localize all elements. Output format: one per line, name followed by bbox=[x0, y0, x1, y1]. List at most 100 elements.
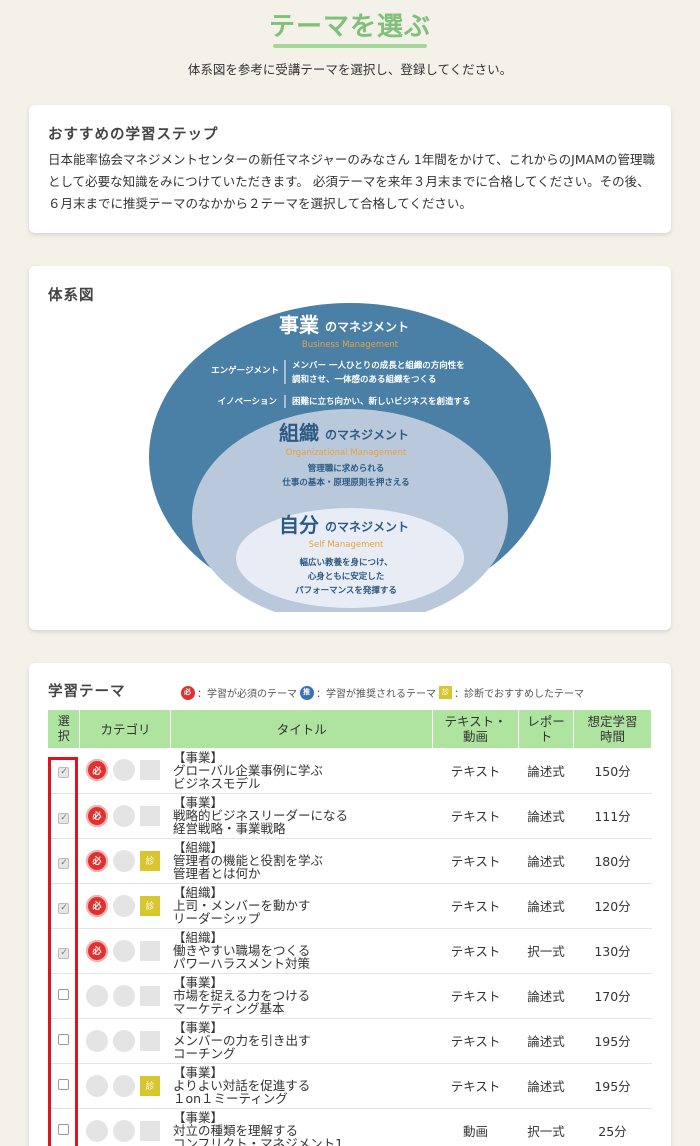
outer-title-big: 事業 bbox=[279, 313, 320, 337]
middle-line1: 管理職に求められる bbox=[308, 463, 385, 474]
middle-title-big: 組織 bbox=[279, 421, 319, 445]
theme-title-line2: １on１ミーティング bbox=[172, 1091, 288, 1106]
category-cell: 診 bbox=[79, 1063, 171, 1109]
title-cell: 【事業】 戦略的ビジネスリーダーになる 経営戦略・事業戦略 bbox=[170, 793, 433, 839]
recommended-badge-icon bbox=[112, 1074, 135, 1097]
recommended-badge-icon bbox=[112, 984, 135, 1007]
outer-title-small: のマネジメント bbox=[325, 320, 409, 334]
inner-line2: 心身ともに安定した bbox=[308, 571, 385, 582]
required-badge-icon bbox=[85, 984, 108, 1007]
diagnosis-badge-icon bbox=[139, 1030, 160, 1051]
diagnosis-badge-icon bbox=[139, 940, 160, 961]
report-cell: 論述式 bbox=[518, 1018, 574, 1064]
table-row[interactable]: 【事業】 対立の種類を理解する コンフリクト・マネジメント1 動画 択一式 25分 bbox=[48, 1108, 652, 1146]
outer-row1-text1: メンバー 一人ひとりの成長と組織の方向性を bbox=[292, 360, 465, 371]
middle-line2: 仕事の基本・原理原則を押さえる bbox=[281, 477, 409, 488]
time-cell: 120分 bbox=[573, 883, 652, 929]
table-row[interactable]: ✓ 必診【組織】 管理者の機能と役割を学ぶ 管理者とは何か テキスト 論述式 180分 bbox=[48, 838, 652, 884]
required-badge-icon bbox=[85, 1029, 108, 1052]
theme-category: 【事業】 bbox=[172, 749, 223, 765]
required-legend-icon: 必 bbox=[181, 685, 195, 700]
inner-title-big: 自分 bbox=[279, 513, 319, 537]
middle-english: Organizational Management bbox=[286, 448, 407, 458]
report-cell: 択一式 bbox=[518, 1108, 574, 1146]
outer-english: Business Management bbox=[302, 340, 399, 350]
inner-line3: パフォーマンスを発揮する bbox=[295, 585, 397, 596]
time-cell: 150分 bbox=[573, 748, 652, 794]
page-subtitle: 体系図を参考に受講テーマを選択し、登録してください。 bbox=[187, 62, 513, 77]
theme-title-line2: リーダーシップ bbox=[172, 911, 261, 926]
system-heading: 体系図 bbox=[48, 288, 95, 304]
table-row[interactable]: ✓ 必診【組織】 上司・メンバーを動かす リーダーシップ テキスト 論述式 120分 bbox=[48, 883, 652, 929]
category-cell bbox=[79, 973, 171, 1019]
theme-title-line2: 管理者とは何か bbox=[172, 866, 261, 881]
time-cell: 130分 bbox=[573, 928, 652, 974]
diagnosis-legend-text: ：診断でおすすめしたテーマ bbox=[454, 689, 584, 700]
category-cell: 必診 bbox=[79, 883, 171, 929]
report-cell: 択一式 bbox=[518, 928, 574, 974]
recommended-legend-icon: 推 bbox=[300, 685, 314, 700]
report-cell: 論述式 bbox=[518, 838, 574, 884]
time-cell: 111分 bbox=[573, 793, 652, 839]
diagnosis-badge-icon bbox=[139, 805, 160, 826]
required-badge-icon: 必 bbox=[85, 849, 108, 872]
theme-title-line2: マーケティング基本 bbox=[172, 1001, 285, 1016]
category-cell bbox=[79, 1108, 171, 1146]
table-row[interactable]: ✓ 必【事業】 戦略的ビジネスリーダーになる 経営戦略・事業戦略 テキスト 論述式 111分 bbox=[48, 793, 652, 839]
themes-table-header: 選択 カテゴリ タイトル テキスト・動画 レポート 想定学習時間 bbox=[48, 710, 653, 748]
outer-row2-text1: 困難に立ち向かい、新しいビジネスを創造する bbox=[292, 396, 471, 407]
recommend-heading: おすすめの学習ステップ bbox=[48, 127, 219, 143]
required-badge-icon: 必 bbox=[85, 894, 108, 917]
theme-title-line2: ビジネスモデル bbox=[172, 775, 261, 791]
theme-title-line2: コンフリクト・マネジメント1 bbox=[172, 1136, 344, 1146]
table-row[interactable]: ✓ 必【事業】 グローバル企業事例に学ぶ ビジネスモデル テキスト 論述式 150分 bbox=[48, 748, 652, 794]
media-cell: 動画 bbox=[432, 1108, 519, 1146]
outer-row2-label: イノベーション bbox=[218, 397, 278, 407]
category-cell: 必 bbox=[79, 928, 171, 974]
diagnosis-badge-icon: 診 bbox=[139, 895, 160, 916]
inner-title-small: のマネジメント bbox=[325, 520, 409, 534]
title-underline bbox=[273, 44, 427, 48]
col-category-header: カテゴリ bbox=[79, 710, 172, 748]
table-row[interactable]: 【事業】 市場を捉える力をつける マーケティング基本 テキスト 論述式 170分 bbox=[48, 973, 652, 1019]
themes-table: 選択 カテゴリ タイトル テキスト・動画 レポート 想定学習時間 ✓ 必【事業】グ… bbox=[48, 710, 653, 1146]
required-badge-icon: 必 bbox=[85, 939, 108, 962]
diagnosis-badge-icon bbox=[139, 760, 160, 781]
media-cell: テキスト bbox=[432, 838, 519, 884]
table-row[interactable]: 【事業】 メンバーの力を引き出す コーチング テキスト 論述式 195分 bbox=[48, 1018, 652, 1064]
recommended-badge-icon bbox=[112, 759, 135, 782]
themes-card: 学習テーマ 必 ：学習が必須のテーマ 推 ：学習が推奨されるテーマ 診 ：診断で… bbox=[29, 663, 671, 1146]
title-cell: 【事業】 グローバル企業事例に学ぶ ビジネスモデル bbox=[170, 748, 433, 794]
report-cell: 論述式 bbox=[518, 748, 574, 794]
media-cell: テキスト bbox=[432, 1018, 519, 1064]
category-cell bbox=[79, 1018, 171, 1064]
col-time-header: 想定学習時間 bbox=[573, 710, 653, 748]
media-cell: テキスト bbox=[432, 883, 519, 929]
title-cell: 【事業】 よりよい対話を促進する １on１ミーティング bbox=[170, 1063, 433, 1109]
recommended-badge-icon bbox=[112, 849, 135, 872]
recommend-body: 日本能率協会マネジメントセンターの新任マネジャーのみなさん 1年間をかけて、これ… bbox=[48, 152, 655, 211]
title-cell: 【事業】 市場を捉える力をつける マーケティング基本 bbox=[170, 973, 433, 1019]
time-cell: 180分 bbox=[573, 838, 652, 884]
diagnosis-badge-icon bbox=[139, 985, 160, 1006]
themes-heading: 学習テーマ bbox=[48, 684, 126, 700]
required-badge-icon bbox=[85, 1119, 108, 1142]
recommended-badge-icon bbox=[112, 804, 135, 827]
selection-highlight-frame bbox=[48, 757, 78, 1146]
category-cell: 必 bbox=[79, 748, 171, 794]
recommended-badge-icon bbox=[112, 1119, 135, 1142]
title-cell: 【組織】 上司・メンバーを動かす リーダーシップ bbox=[170, 883, 433, 929]
table-row[interactable]: 診【事業】 よりよい対話を促進する １on１ミーティング テキスト 論述式 195分 bbox=[48, 1063, 652, 1109]
title-cell: 【組織】 働きやすい職場をつくる パワーハラスメント対策 bbox=[170, 928, 433, 974]
diagnosis-badge-icon: 診 bbox=[139, 850, 160, 871]
table-row[interactable]: ✓ 必【組織】 働きやすい職場をつくる パワーハラスメント対策 テキスト 択一式 130分 bbox=[48, 928, 652, 974]
col-report-header: レポート bbox=[518, 710, 574, 748]
theme-title-line2: コーチング bbox=[172, 1046, 236, 1061]
report-cell: 論述式 bbox=[518, 793, 574, 839]
diagnosis-badge-icon: 診 bbox=[139, 1075, 160, 1096]
inner-line1: 幅広い教養を身につけ、 bbox=[299, 557, 392, 568]
middle-title-small: のマネジメント bbox=[325, 428, 409, 442]
diagnosis-legend-icon: 診 bbox=[439, 686, 452, 699]
media-cell: テキスト bbox=[432, 928, 519, 974]
report-cell: 論述式 bbox=[518, 973, 574, 1019]
